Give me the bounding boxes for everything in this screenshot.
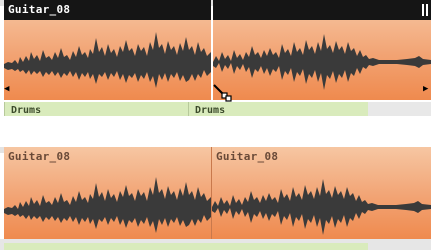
event-name-bar	[213, 0, 431, 20]
pause-icon[interactable]	[422, 4, 429, 16]
audio-event-left-selected[interactable]: Guitar_08 ◀	[4, 0, 211, 100]
drums-event-edge	[4, 243, 368, 250]
event-name-bar: Guitar_08	[4, 147, 211, 167]
event-name: Guitar_08	[8, 3, 71, 16]
event-name: Guitar_08	[8, 150, 71, 163]
triangle-right-icon[interactable]: ▶	[423, 84, 428, 94]
waveform	[4, 32, 211, 88]
audio-event-left[interactable]: Guitar_08	[4, 147, 211, 239]
event-name: Guitar_08	[216, 150, 279, 163]
scissors-cursor-icon	[213, 84, 232, 102]
waveform	[213, 34, 431, 90]
drums-event-label: Drums	[11, 105, 42, 116]
bottom-arrangement-panel: Guitar_08 Guitar_08	[0, 147, 431, 250]
drums-event-label: Drums	[195, 105, 226, 116]
waveform	[212, 179, 431, 235]
audio-event-right-selected[interactable]: ▶	[213, 0, 431, 100]
drums-event[interactable]: Drums	[188, 102, 368, 116]
top-arrangement-panel: Guitar_08 ◀ ▶ Drums Drums	[0, 0, 431, 116]
event-name-bar: Guitar_08	[4, 0, 211, 20]
lane-background	[368, 102, 431, 116]
drums-event[interactable]: Drums	[4, 102, 188, 116]
audio-event-right[interactable]: Guitar_08	[211, 147, 431, 239]
waveform	[4, 177, 211, 233]
triangle-left-icon[interactable]: ◀	[4, 84, 9, 94]
event-name-bar: Guitar_08	[212, 147, 431, 167]
below-track-strip: Drums Drums	[0, 102, 431, 116]
